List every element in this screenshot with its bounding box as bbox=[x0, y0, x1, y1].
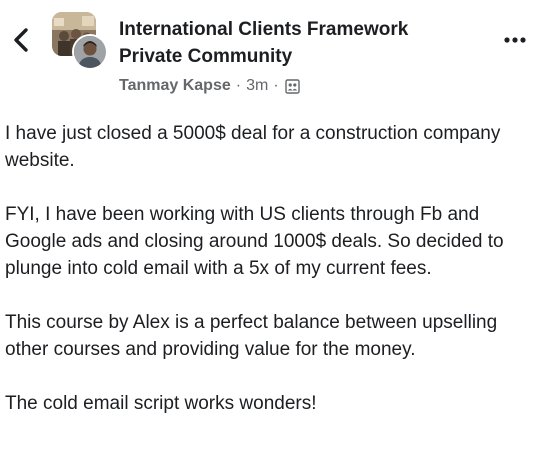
group-name[interactable]: International Clients Framework Private … bbox=[119, 16, 479, 70]
post-paragraph: This course by Alex is a perfect balance… bbox=[5, 312, 498, 360]
user-avatar[interactable] bbox=[72, 34, 108, 70]
members-group-icon bbox=[284, 78, 300, 94]
author-name[interactable]: Tanmay Kapse bbox=[119, 76, 231, 96]
group-name-line-2: Private Community bbox=[119, 46, 293, 67]
post-timestamp[interactable]: 3m bbox=[246, 76, 268, 96]
chevron-left-icon bbox=[14, 28, 28, 52]
more-options-button[interactable] bbox=[500, 28, 530, 52]
group-name-line-1: International Clients Framework bbox=[119, 19, 409, 40]
post-paragraph: The cold email script works wonders! bbox=[5, 393, 317, 414]
back-button[interactable] bbox=[6, 22, 36, 58]
post-meta: Tanmay Kapse · 3m · bbox=[119, 76, 479, 96]
post-header: International Clients Framework Private … bbox=[0, 0, 540, 104]
post-paragraph: I have just closed a 5000$ deal for a co… bbox=[5, 123, 501, 171]
more-horizontal-icon bbox=[504, 37, 526, 43]
meta-separator: · bbox=[273, 77, 279, 94]
post-title-block: International Clients Framework Private … bbox=[119, 16, 479, 96]
avatar-stack bbox=[52, 12, 108, 70]
meta-separator: · bbox=[235, 77, 242, 94]
post-body: I have just closed a 5000$ deal for a co… bbox=[5, 120, 535, 444]
post-paragraph: FYI, I have been working with US clients… bbox=[5, 204, 504, 279]
